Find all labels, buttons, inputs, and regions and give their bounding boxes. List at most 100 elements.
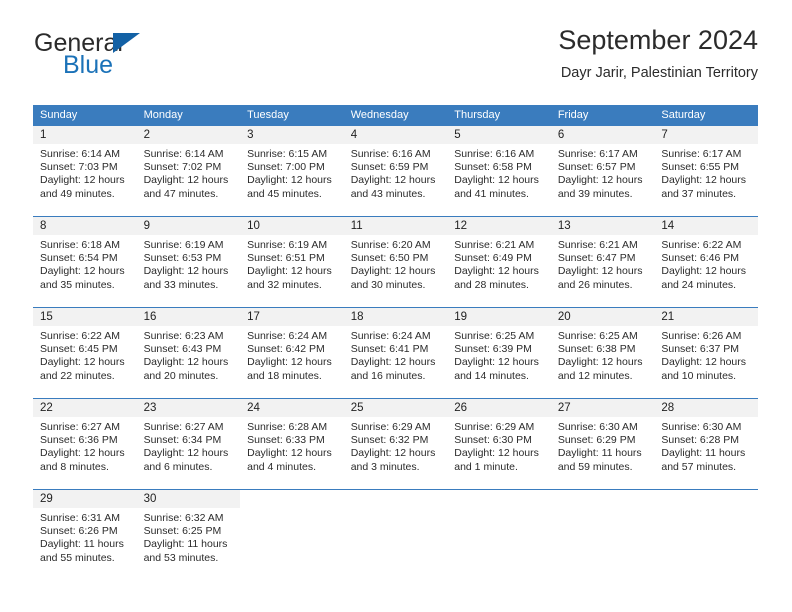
sunset-time: Sunset: 6:57 PM [557, 161, 636, 174]
calendar-day-cell[interactable]: 22 Sunrise: 6:27 AM Sunset: 6:36 PM Dayligh… [33, 398, 137, 490]
calendar-week-row: 29 Sunrise: 6:31 AM Sunset: 6:26 PM Dayligh… [33, 489, 758, 580]
calendar-day-cell[interactable]: 27 Sunrise: 6:30 AM Sunset: 6:29 PM Dayligh… [550, 398, 655, 490]
brand-name-blue: Blue [63, 51, 114, 79]
calendar-day-cell[interactable]: 12 Sunrise: 6:21 AM Sunset: 6:49 PM Dayligh… [447, 216, 551, 308]
calendar-day-cell[interactable]: 1 Sunrise: 6:14 AM Sunset: 7:03 PM Daylight… [33, 126, 137, 217]
daylight-duration-line2: and 18 minutes. [247, 369, 322, 382]
sunset-time: Sunset: 6:45 PM [40, 343, 118, 356]
daylight-duration-line2: and 22 minutes. [40, 369, 115, 382]
calendar-day-cell[interactable]: 7 Sunrise: 6:17 AM Sunset: 6:55 PM Daylight… [654, 126, 758, 217]
day-number: 25 [343, 399, 448, 417]
calendar-day-cell[interactable]: 2 Sunrise: 6:14 AM Sunset: 7:02 PM Daylight… [136, 126, 241, 217]
day-cell-inner: 25 Sunrise: 6:29 AM Sunset: 6:32 PM Dayligh… [343, 399, 448, 489]
day-number: 27 [550, 399, 655, 417]
calendar-day-cell[interactable]: 16 Sunrise: 6:23 AM Sunset: 6:43 PM Dayligh… [136, 307, 241, 399]
calendar-day-cell[interactable]: 29 Sunrise: 6:31 AM Sunset: 6:26 PM Dayligh… [33, 489, 137, 580]
sunrise-time: Sunrise: 6:24 AM [350, 330, 431, 342]
daylight-duration-line2: and 24 minutes. [661, 278, 737, 291]
daylight-duration-line2: and 14 minutes. [454, 369, 529, 382]
daylight-duration-line2: and 32 minutes. [247, 278, 322, 291]
day-details [654, 508, 758, 512]
calendar-day-cell[interactable]: 23 Sunrise: 6:27 AM Sunset: 6:34 PM Dayligh… [136, 398, 241, 490]
day-details: Sunrise: 6:24 AM Sunset: 6:42 PM Daylight:… [240, 326, 344, 383]
day-details: Sunrise: 6:23 AM Sunset: 6:43 PM Daylight:… [137, 326, 241, 383]
daylight-duration-line1: Daylight: 12 hours [143, 174, 229, 187]
calendar-day-cell[interactable]: 21 Sunrise: 6:26 AM Sunset: 6:37 PM Dayligh… [654, 307, 758, 399]
calendar-week-row: 1 Sunrise: 6:14 AM Sunset: 7:03 PM Daylight… [33, 126, 758, 217]
sunrise-time: Sunrise: 6:17 AM [661, 148, 742, 160]
daylight-duration-line2: and 26 minutes. [557, 278, 633, 291]
calendar-day-cell[interactable]: 28 Sunrise: 6:30 AM Sunset: 6:28 PM Dayligh… [654, 398, 758, 490]
day-cell-inner: 10 Sunrise: 6:19 AM Sunset: 6:51 PM Dayligh… [240, 217, 344, 307]
calendar-week-row: 8 Sunrise: 6:18 AM Sunset: 6:54 PM Daylight… [33, 216, 758, 308]
calendar-day-cell[interactable]: 17 Sunrise: 6:24 AM Sunset: 6:42 PM Dayligh… [240, 307, 344, 399]
calendar-day-cell[interactable]: 15 Sunrise: 6:22 AM Sunset: 6:45 PM Dayligh… [33, 307, 137, 399]
sunset-time: Sunset: 6:54 PM [40, 252, 118, 265]
triangle-logo-icon [113, 33, 140, 53]
sunrise-time: Sunrise: 6:14 AM [40, 148, 120, 160]
calendar-day-cell[interactable]: 25 Sunrise: 6:29 AM Sunset: 6:32 PM Dayligh… [343, 398, 448, 490]
day-details: Sunrise: 6:16 AM Sunset: 6:59 PM Daylight:… [344, 144, 448, 201]
calendar-day-cell[interactable]: 19 Sunrise: 6:25 AM Sunset: 6:39 PM Dayligh… [447, 307, 551, 399]
calendar-day-cell[interactable]: 10 Sunrise: 6:19 AM Sunset: 6:51 PM Dayligh… [240, 216, 344, 308]
calendar-day-cell[interactable]: 11 Sunrise: 6:20 AM Sunset: 6:50 PM Dayligh… [343, 216, 448, 308]
day-details: Sunrise: 6:20 AM Sunset: 6:50 PM Daylight:… [344, 235, 448, 292]
day-details: Sunrise: 6:29 AM Sunset: 6:30 PM Daylight:… [447, 417, 551, 474]
day-details: Sunrise: 6:26 AM Sunset: 6:37 PM Daylight:… [654, 326, 758, 383]
calendar-day-cell[interactable]: 24 Sunrise: 6:28 AM Sunset: 6:33 PM Dayligh… [240, 398, 344, 490]
day-cell-inner: 19 Sunrise: 6:25 AM Sunset: 6:39 PM Dayligh… [447, 308, 551, 398]
calendar-day-cell[interactable]: 8 Sunrise: 6:18 AM Sunset: 6:54 PM Daylight… [33, 216, 137, 308]
weekday-header-wednesday: Wednesday [343, 105, 448, 126]
day-cell-inner: 3 Sunrise: 6:15 AM Sunset: 7:00 PM Daylight… [240, 126, 344, 216]
day-cell-inner: 8 Sunrise: 6:18 AM Sunset: 6:54 PM Daylight… [33, 217, 137, 307]
daylight-duration-line2: and 55 minutes. [40, 551, 115, 564]
sunset-time: Sunset: 6:28 PM [661, 434, 740, 447]
day-number: 28 [654, 399, 758, 417]
calendar-day-cell[interactable]: 9 Sunrise: 6:19 AM Sunset: 6:53 PM Daylight… [136, 216, 241, 308]
day-details: Sunrise: 6:27 AM Sunset: 6:34 PM Daylight:… [137, 417, 241, 474]
daylight-duration-line2: and 35 minutes. [40, 278, 115, 291]
day-number: 3 [240, 126, 344, 144]
calendar-day-cell[interactable]: 13 Sunrise: 6:21 AM Sunset: 6:47 PM Dayligh… [550, 216, 655, 308]
daylight-duration-line1: Daylight: 12 hours [454, 265, 539, 278]
brand-logo[interactable]: General Blue [33, 26, 253, 90]
calendar-day-cell-empty [240, 489, 344, 580]
calendar-day-cell[interactable]: 6 Sunrise: 6:17 AM Sunset: 6:57 PM Daylight… [550, 126, 655, 217]
day-details: Sunrise: 6:22 AM Sunset: 6:46 PM Daylight:… [654, 235, 758, 292]
page-title: September 2024 [558, 25, 758, 55]
calendar-day-cell[interactable]: 3 Sunrise: 6:15 AM Sunset: 7:00 PM Daylight… [240, 126, 344, 217]
day-cell-inner: 6 Sunrise: 6:17 AM Sunset: 6:57 PM Daylight… [550, 126, 655, 216]
daylight-duration-line2: and 4 minutes. [247, 460, 317, 473]
weekday-header-monday: Monday [136, 105, 241, 126]
weekday-header-saturday: Saturday [654, 105, 758, 126]
calendar-week-row: 22 Sunrise: 6:27 AM Sunset: 6:36 PM Dayligh… [33, 398, 758, 490]
day-cell-inner [654, 490, 758, 580]
calendar-day-cell[interactable]: 5 Sunrise: 6:16 AM Sunset: 6:58 PM Daylight… [447, 126, 551, 217]
sunset-time: Sunset: 6:36 PM [40, 434, 118, 447]
calendar-day-cell[interactable]: 26 Sunrise: 6:29 AM Sunset: 6:30 PM Dayligh… [447, 398, 551, 490]
sunset-time: Sunset: 6:59 PM [350, 161, 429, 174]
day-number: 7 [654, 126, 758, 144]
daylight-duration-line1: Daylight: 11 hours [661, 447, 746, 460]
page-subtitle: Dayr Jarir, Palestinian Territory [560, 64, 758, 81]
calendar-day-cell[interactable]: 14 Sunrise: 6:22 AM Sunset: 6:46 PM Dayligh… [654, 216, 758, 308]
day-details: Sunrise: 6:25 AM Sunset: 6:38 PM Daylight:… [551, 326, 655, 383]
calendar-day-cell[interactable]: 4 Sunrise: 6:16 AM Sunset: 6:59 PM Daylight… [343, 126, 448, 217]
daylight-duration-line1: Daylight: 11 hours [557, 447, 642, 460]
sunset-time: Sunset: 6:37 PM [661, 343, 740, 356]
sunrise-time: Sunrise: 6:16 AM [454, 148, 535, 160]
calendar-day-cell[interactable]: 30 Sunrise: 6:32 AM Sunset: 6:25 PM Dayligh… [136, 489, 241, 580]
sunrise-time: Sunrise: 6:15 AM [247, 148, 328, 160]
calendar-week-row: 15 Sunrise: 6:22 AM Sunset: 6:45 PM Dayligh… [33, 307, 758, 399]
day-details: Sunrise: 6:19 AM Sunset: 6:51 PM Daylight:… [240, 235, 344, 292]
day-number: 22 [33, 399, 137, 417]
day-number: 9 [136, 217, 241, 235]
day-details: Sunrise: 6:17 AM Sunset: 6:55 PM Daylight:… [654, 144, 758, 201]
calendar-day-cell[interactable]: 18 Sunrise: 6:24 AM Sunset: 6:41 PM Dayligh… [343, 307, 448, 399]
calendar-day-cell[interactable]: 20 Sunrise: 6:25 AM Sunset: 6:38 PM Dayligh… [550, 307, 655, 399]
daylight-duration-line2: and 3 minutes. [350, 460, 420, 473]
day-details: Sunrise: 6:24 AM Sunset: 6:41 PM Daylight:… [344, 326, 448, 383]
daylight-duration-line2: and 57 minutes. [661, 460, 737, 473]
day-number: 17 [240, 308, 344, 326]
sunrise-time: Sunrise: 6:19 AM [247, 239, 328, 251]
